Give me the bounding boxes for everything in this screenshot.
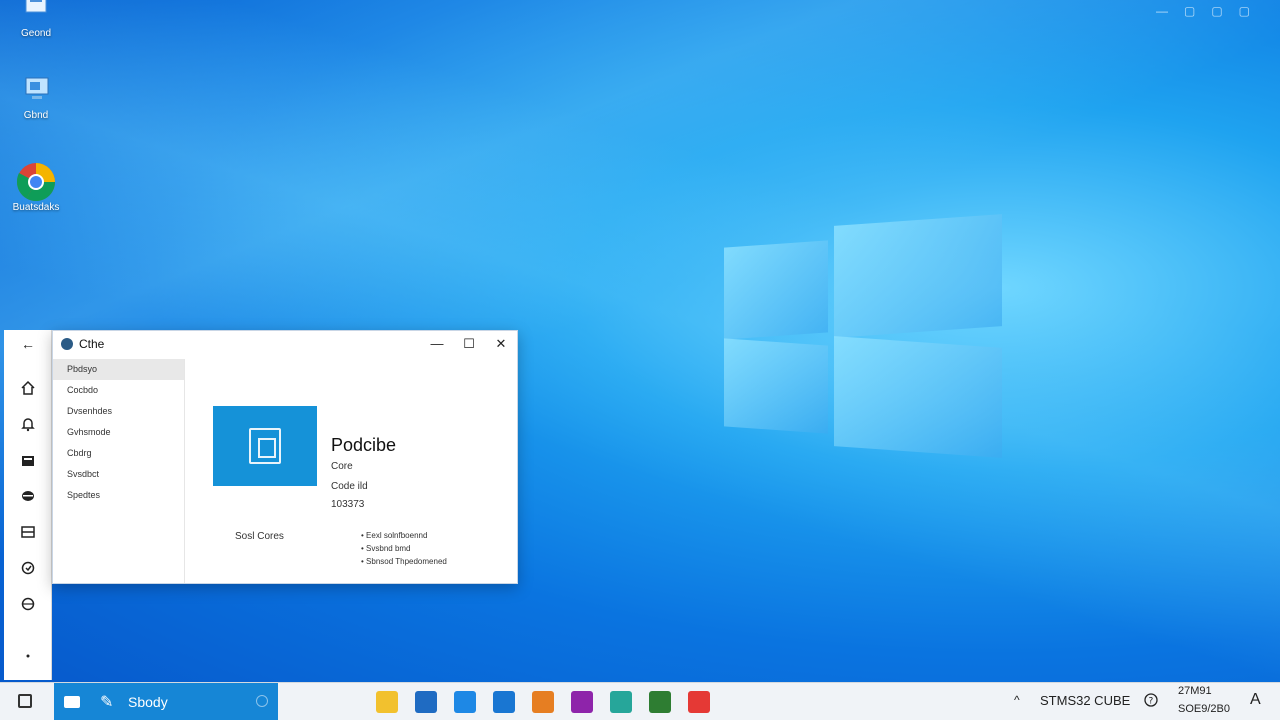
search-icon (64, 696, 80, 708)
folder-app-icon[interactable] (376, 691, 398, 713)
logo-pane (834, 214, 1002, 338)
store-app-icon[interactable] (415, 691, 437, 713)
clock-date: SOE9/2B0 (1178, 703, 1230, 715)
desktop-icon-label: Geond (20, 28, 52, 39)
app-detail: Code ild (331, 481, 368, 492)
home-icon[interactable] (18, 380, 38, 400)
side-rail: ← (4, 330, 52, 680)
windows-logo (724, 214, 1004, 458)
nav-item[interactable]: Svsdbct (53, 464, 184, 485)
app-detail: Core (331, 461, 353, 472)
shield-icon[interactable] (18, 560, 38, 580)
desktop-icon-label: Gbnd (23, 110, 49, 121)
logo-pane (724, 240, 828, 340)
app-window: Cthe — ☐ ✕ Pbdsyo Cocbdo Dvsenhdes Gvhsm… (52, 330, 518, 584)
tray-chevron-icon[interactable]: ^ (1014, 693, 1020, 707)
bullet-item: • Eexl solnfboennd (361, 531, 428, 540)
calc-app-icon[interactable] (610, 691, 632, 713)
search-box[interactable]: ✎ Sbody (54, 683, 278, 720)
people-app-icon[interactable] (532, 691, 554, 713)
nav-item[interactable]: Pbdsyo (53, 359, 184, 380)
tray-label[interactable]: STMS32 CUBE (1040, 693, 1130, 708)
dot-icon[interactable] (18, 648, 38, 668)
pen-icon: ✎ (100, 694, 114, 711)
bell-icon[interactable] (18, 416, 38, 436)
books-app-icon[interactable] (649, 691, 671, 713)
nav-item[interactable]: Gvhsmode (53, 422, 184, 443)
minimize-control[interactable]: — (1156, 4, 1168, 18)
restore-control[interactable]: ▢ (1211, 4, 1222, 18)
photos-app-icon[interactable] (571, 691, 593, 713)
taskbar: ✎ Sbody ^ STMS32 CUBE ? 27M91 SOE9/2B0 A (0, 682, 1280, 720)
chrome-icon (16, 163, 56, 202)
logo-pane (724, 338, 828, 434)
minimize-button[interactable]: — (421, 331, 453, 357)
cortana-icon[interactable] (256, 695, 268, 707)
desktop-icon[interactable]: Gbnd (6, 74, 66, 121)
desktop-icon-label: Buatsdaks (12, 202, 60, 213)
bullet-text: Sbnsod Thpedomened (366, 557, 447, 566)
app-detail: 103373 (331, 499, 365, 510)
top-controls: — ▢ ▢ ▢ (1156, 4, 1250, 18)
bullet-text: Eexl solnfboennd (366, 531, 428, 540)
logo-pane (834, 336, 1002, 458)
title-bar[interactable]: Cthe — ☐ ✕ (53, 331, 517, 357)
window-title: Cthe (79, 337, 105, 351)
restore-control[interactable]: ▢ (1184, 4, 1195, 18)
store-icon[interactable] (18, 452, 38, 472)
mail-app-icon[interactable] (493, 691, 515, 713)
bullet-text: Svsbnd bmd (366, 544, 411, 553)
close-control[interactable]: ▢ (1239, 4, 1250, 18)
window-controls: — ☐ ✕ (421, 331, 517, 357)
help-icon[interactable]: ? (1144, 693, 1158, 710)
nav-item[interactable]: Spedtes (53, 485, 184, 506)
app-tile[interactable] (213, 406, 317, 486)
window-nav: Pbdsyo Cocbdo Dvsenhdes Gvhsmode Cbdrg S… (53, 359, 185, 583)
window-content: Podcibe Core Code ild 103373 Sosl Cores … (185, 359, 517, 583)
pen-app-icon[interactable] (454, 691, 476, 713)
window-icon[interactable] (18, 524, 38, 544)
notification-icon[interactable]: A (1250, 691, 1261, 709)
app-icon (61, 338, 73, 350)
close-button[interactable]: ✕ (485, 331, 517, 357)
folder-icon (20, 0, 52, 24)
tile-caption: Sosl Cores (235, 531, 284, 542)
computer-icon (20, 74, 52, 106)
clock-time: 27M91 (1178, 685, 1212, 697)
svg-text:?: ? (1149, 697, 1154, 707)
disk-icon[interactable] (18, 488, 38, 508)
cube-icon (249, 428, 281, 464)
bullet-item: • Sbnsod Thpedomened (361, 557, 447, 566)
desktop-icon[interactable]: Buatsdaks (6, 163, 66, 213)
bullet-item: • Svsbnd bmd (361, 544, 411, 553)
desktop-icon[interactable]: Geond (6, 0, 66, 39)
nav-item[interactable]: Cocbdo (53, 380, 184, 401)
block-app-icon[interactable] (688, 691, 710, 713)
maximize-button[interactable]: ☐ (453, 331, 485, 357)
search-text: Sbody (128, 694, 168, 710)
globe-icon[interactable] (18, 596, 38, 616)
app-name: Podcibe (331, 435, 397, 455)
nav-item[interactable]: Cbdrg (53, 443, 184, 464)
task-view-icon[interactable] (18, 694, 32, 708)
nav-item[interactable]: Dvsenhdes (53, 401, 184, 422)
back-arrow-icon[interactable]: ← (18, 334, 38, 354)
